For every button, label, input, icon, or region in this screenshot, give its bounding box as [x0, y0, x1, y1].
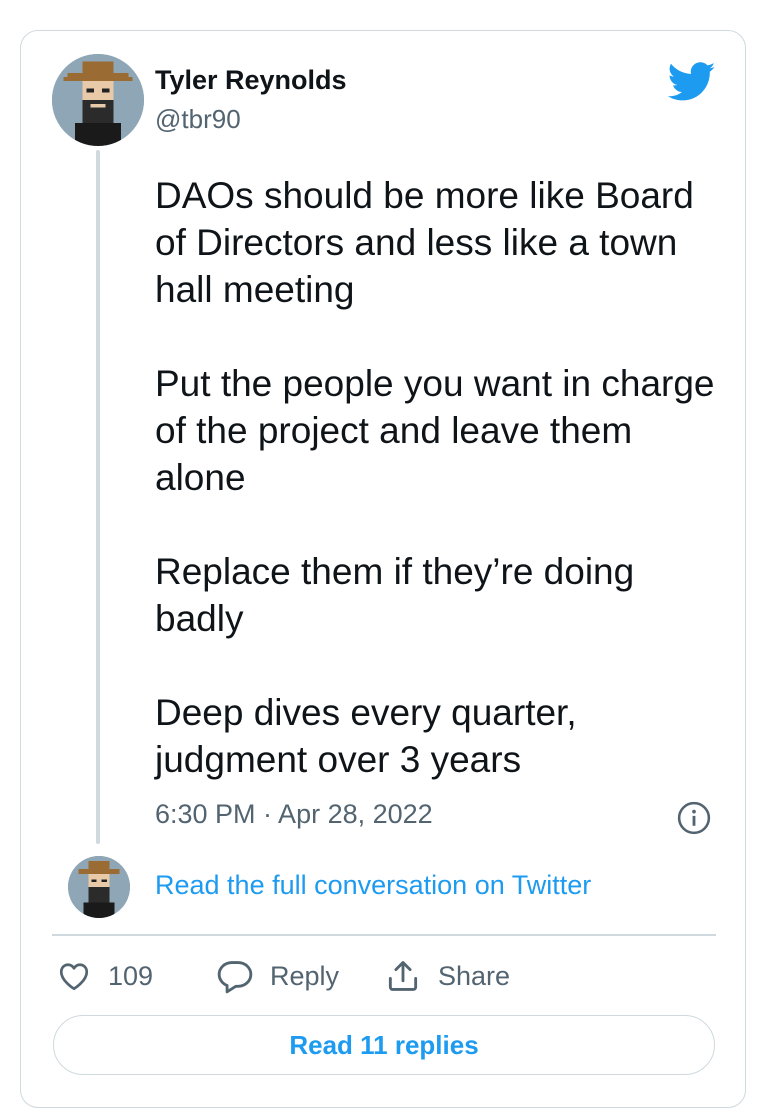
reply-bubble-icon	[217, 961, 253, 994]
pixel-cowboy-avatar-icon	[68, 856, 130, 918]
author-avatar-small[interactable]	[68, 856, 130, 918]
tweet-body: DAOs should be more like Board of Direct…	[155, 172, 725, 783]
thread-line	[96, 150, 100, 844]
tweet-paragraph: Replace them if they’re doing badly	[155, 551, 635, 639]
tweet-paragraph: DAOs should be more like Board of Direct…	[155, 175, 694, 310]
tweet-paragraph: Deep dives every quarter, judgment over …	[155, 692, 577, 780]
info-icon[interactable]	[677, 801, 711, 835]
share-button[interactable]: Share	[384, 954, 510, 998]
read-conversation-link[interactable]: Read the full conversation on Twitter	[155, 870, 591, 901]
heart-icon	[59, 963, 89, 991]
reply-label: Reply	[270, 960, 340, 991]
share-upload-icon	[388, 961, 418, 991]
twitter-bird-icon[interactable]	[668, 62, 716, 102]
tweet-timestamp[interactable]: 6:30 PM · Apr 28, 2022	[155, 799, 433, 830]
reply-button[interactable]: Reply	[216, 954, 339, 998]
like-count: 109	[108, 960, 154, 991]
read-replies-button[interactable]: Read 11 replies	[53, 1015, 715, 1075]
share-label: Share	[438, 960, 511, 991]
pixel-cowboy-avatar-icon	[52, 54, 144, 146]
tweet-paragraph: Put the people you want in charge of the…	[155, 363, 715, 498]
author-avatar[interactable]	[52, 54, 144, 146]
read-replies-label: Read 11 replies	[289, 1029, 479, 1060]
like-button[interactable]: 109	[56, 954, 153, 998]
author-handle[interactable]: @tbr90	[155, 104, 241, 135]
divider	[52, 934, 716, 936]
author-display-name[interactable]: Tyler Reynolds	[155, 65, 347, 96]
